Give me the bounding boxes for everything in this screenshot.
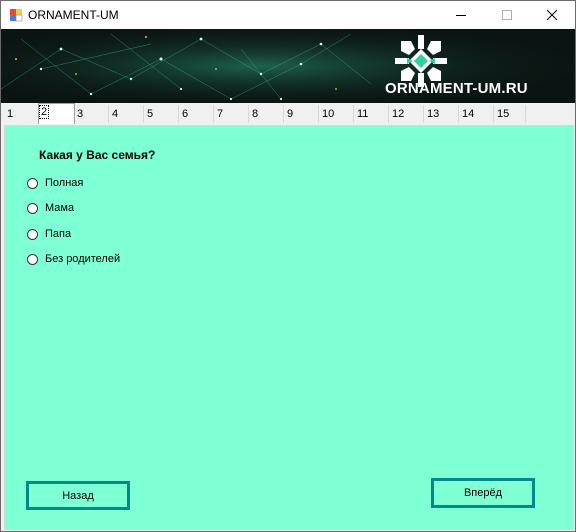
tab-3[interactable]: 3: [73, 105, 109, 123]
option-father[interactable]: Папа: [27, 226, 71, 242]
tab-label: 15: [497, 108, 510, 120]
radio-button[interactable]: [27, 228, 38, 240]
option-label: Без родителей: [45, 253, 121, 265]
tab-9[interactable]: 9: [283, 105, 319, 123]
maximize-button[interactable]: [484, 1, 530, 29]
tab-7[interactable]: 7: [213, 105, 249, 123]
tab-4[interactable]: 4: [108, 105, 144, 123]
maximize-icon: [502, 10, 512, 20]
next-button[interactable]: Вперёд: [431, 478, 535, 508]
tab-label: 13: [427, 108, 440, 120]
close-button[interactable]: [529, 1, 575, 29]
question-panel: Какая у Вас семья? Полная Мама Папа Без …: [4, 125, 574, 530]
tab-5[interactable]: 5: [143, 105, 179, 123]
tab-15[interactable]: 15: [493, 105, 526, 123]
tab-2[interactable]: 2: [38, 103, 75, 124]
tab-label: 3: [77, 108, 84, 120]
tab-label: 7: [217, 108, 224, 120]
minimize-icon: [456, 15, 466, 16]
close-icon: [546, 9, 558, 21]
option-no-parents[interactable]: Без родителей: [27, 251, 120, 267]
tab-label: 8: [252, 108, 259, 120]
tab-13[interactable]: 13: [423, 105, 459, 123]
back-button[interactable]: Назад: [26, 481, 130, 510]
question-tabs: 1 2 3 4 5 6 7 8 9 10 11 12 13 14 15: [1, 103, 575, 125]
tab-label: 10: [322, 108, 335, 120]
radio-button[interactable]: [27, 177, 38, 189]
option-label: Мама: [45, 202, 75, 214]
radio-button[interactable]: [27, 253, 38, 265]
title-bar: ORNAMENT-UM: [1, 1, 575, 29]
radio-button[interactable]: [27, 202, 38, 214]
tab-6[interactable]: 6: [178, 105, 214, 123]
tab-1[interactable]: 1: [3, 105, 39, 123]
tab-label: 12: [392, 108, 405, 120]
option-label: Полная: [45, 177, 84, 189]
tab-label: 14: [462, 108, 475, 120]
tab-10[interactable]: 10: [318, 105, 354, 123]
tab-label: 5: [147, 108, 154, 120]
tab-11[interactable]: 11: [353, 105, 389, 123]
tab-label: 1: [7, 108, 14, 120]
app-icon: [10, 9, 23, 22]
question-text: Какая у Вас семья?: [39, 148, 156, 162]
tab-label: 9: [287, 108, 294, 120]
tab-label: 11: [357, 108, 369, 120]
tab-label: 4: [112, 108, 119, 120]
minimize-button[interactable]: [438, 1, 484, 29]
option-full-family[interactable]: Полная: [27, 175, 83, 191]
tab-12[interactable]: 12: [388, 105, 424, 123]
tab-14[interactable]: 14: [458, 105, 494, 123]
app-window: ORNAMENT-UM ORNAMENT-UM.RU 1 2 3 4 5 6 7…: [0, 0, 576, 532]
tab-label: 2: [39, 105, 50, 119]
option-mother[interactable]: Мама: [27, 200, 74, 216]
tab-8[interactable]: 8: [248, 105, 284, 123]
window-title: ORNAMENT-UM: [28, 8, 119, 22]
logo-text: ORNAMENT-UM.RU: [385, 80, 528, 97]
option-label: Папа: [45, 228, 72, 240]
tab-label: 6: [182, 108, 189, 120]
